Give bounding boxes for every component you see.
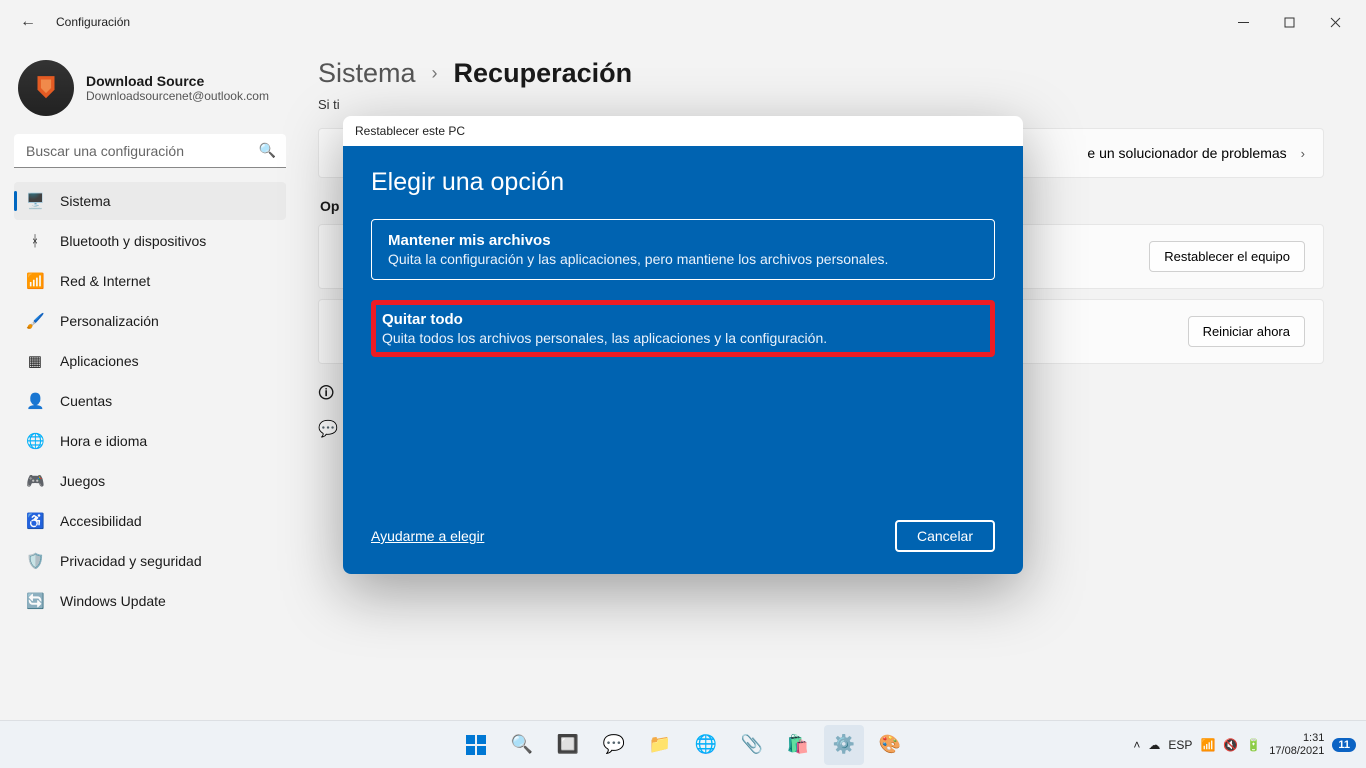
- battery-icon[interactable]: 🔋: [1246, 738, 1261, 752]
- page-subline: Si ti: [318, 97, 1324, 112]
- sidebar-item-icon: 🔄: [26, 592, 44, 610]
- file-explorer-icon[interactable]: 📁: [640, 725, 680, 765]
- task-view-icon[interactable]: 🔲: [548, 725, 588, 765]
- dialog-header: Restablecer este PC: [343, 116, 1023, 146]
- sidebar-item-3[interactable]: 🖌️ Personalización: [14, 302, 286, 340]
- paint-icon[interactable]: 🎨: [870, 725, 910, 765]
- sidebar-item-icon: 🎮: [26, 472, 44, 490]
- sidebar-item-2[interactable]: 📶 Red & Internet: [14, 262, 286, 300]
- titlebar: ← Configuración: [0, 0, 1366, 44]
- sidebar-item-label: Bluetooth y dispositivos: [60, 233, 206, 249]
- option-keep-files-desc: Quita la configuración y las aplicacione…: [388, 251, 978, 267]
- sidebar-item-label: Hora e idioma: [60, 433, 147, 449]
- sidebar-item-4[interactable]: ▦ Aplicaciones: [14, 342, 286, 380]
- sidebar-item-label: Accesibilidad: [60, 513, 142, 529]
- sidebar-item-label: Cuentas: [60, 393, 112, 409]
- start-button[interactable]: [456, 725, 496, 765]
- option-remove-all-desc: Quita todos los archivos personales, las…: [382, 330, 984, 346]
- tray-overflow-icon[interactable]: ˄: [1133, 738, 1140, 752]
- option-keep-files[interactable]: Mantener mis archivos Quita la configura…: [371, 219, 995, 280]
- option-keep-files-title: Mantener mis archivos: [388, 232, 978, 249]
- sidebar-item-6[interactable]: 🌐 Hora e idioma: [14, 422, 286, 460]
- minimize-button[interactable]: [1220, 0, 1266, 44]
- taskbar-search-icon[interactable]: 🔍: [502, 725, 542, 765]
- clock[interactable]: 1:31 17/08/2021: [1269, 732, 1324, 756]
- clock-date: 17/08/2021: [1269, 745, 1324, 757]
- sidebar-item-label: Sistema: [60, 193, 111, 209]
- option-remove-all-title: Quitar todo: [382, 311, 984, 328]
- breadcrumb-parent[interactable]: Sistema: [318, 58, 416, 89]
- option-remove-all-highlight: Quitar todo Quita todos los archivos per…: [371, 300, 995, 357]
- profile-email: Downloadsourcenet@outlook.com: [86, 89, 269, 103]
- sidebar-item-icon: 👤: [26, 392, 44, 410]
- sidebar-item-icon: ♿: [26, 512, 44, 530]
- close-button[interactable]: [1312, 0, 1358, 44]
- sidebar-item-label: Windows Update: [60, 593, 166, 609]
- sidebar-item-icon: ▦: [26, 352, 44, 370]
- sidebar-item-label: Privacidad y seguridad: [60, 553, 202, 569]
- chevron-right-icon: ›: [432, 63, 438, 84]
- sidebar-item-10[interactable]: 🔄 Windows Update: [14, 582, 286, 620]
- search-icon: 🔍: [259, 142, 276, 159]
- clock-time: 1:31: [1269, 732, 1324, 744]
- window-title: Configuración: [56, 15, 130, 29]
- sidebar-item-label: Personalización: [60, 313, 159, 329]
- wifi-icon[interactable]: 📶: [1200, 738, 1215, 752]
- search-box: 🔍: [14, 134, 286, 168]
- avatar: [18, 60, 74, 116]
- sidebar-item-label: Aplicaciones: [60, 353, 139, 369]
- nav-list: 🖥️ Sistema ᚼ Bluetooth y dispositivos 📶 Red &…: [14, 182, 286, 620]
- sidebar-item-icon: 🛡️: [26, 552, 44, 570]
- back-button[interactable]: ←: [8, 13, 48, 31]
- profile-name: Download Source: [86, 73, 269, 89]
- sidebar-item-1[interactable]: ᚼ Bluetooth y dispositivos: [14, 222, 286, 260]
- sidebar-item-label: Red & Internet: [60, 273, 150, 289]
- reset-pc-dialog: Restablecer este PC Elegir una opción Ma…: [343, 116, 1023, 574]
- help-icon: 🛈: [318, 382, 336, 409]
- sidebar-item-8[interactable]: ♿ Accesibilidad: [14, 502, 286, 540]
- breadcrumb: Sistema › Recuperación: [318, 58, 1324, 89]
- sidebar-item-icon: 🖌️: [26, 312, 44, 330]
- settings-icon[interactable]: ⚙️: [824, 725, 864, 765]
- sidebar-item-icon: 🌐: [26, 432, 44, 450]
- sidebar-item-7[interactable]: 🎮 Juegos: [14, 462, 286, 500]
- maximize-button[interactable]: [1266, 0, 1312, 44]
- restart-now-button[interactable]: Reiniciar ahora: [1188, 316, 1305, 347]
- sidebar-item-5[interactable]: 👤 Cuentas: [14, 382, 286, 420]
- volume-icon[interactable]: 🔇: [1223, 738, 1238, 752]
- store-icon[interactable]: 🛍️: [778, 725, 818, 765]
- edge-icon[interactable]: 🌐: [686, 725, 726, 765]
- help-me-choose-link[interactable]: Ayudarme a elegir: [371, 528, 484, 544]
- option-remove-all[interactable]: Quitar todo Quita todos los archivos per…: [382, 311, 984, 346]
- onedrive-icon[interactable]: ☁: [1148, 738, 1160, 752]
- troubleshoot-text: e un solucionador de problemas: [1087, 145, 1286, 161]
- sidebar-item-icon: 🖥️: [26, 192, 44, 210]
- taskbar-center: 🔍 🔲 💬 📁 🌐 📎 🛍️ ⚙️ 🎨: [456, 725, 910, 765]
- cancel-button[interactable]: Cancelar: [895, 520, 995, 552]
- system-tray: ˄ ☁ ESP 📶 🔇 🔋 1:31 17/08/2021 11: [1133, 732, 1366, 756]
- chevron-right-icon: ›: [1301, 146, 1305, 161]
- sidebar-item-icon: 📶: [26, 272, 44, 290]
- sidebar-item-label: Juegos: [60, 473, 105, 489]
- language-indicator[interactable]: ESP: [1168, 738, 1192, 752]
- notifications-badge[interactable]: 11: [1332, 738, 1356, 752]
- sidebar-item-9[interactable]: 🛡️ Privacidad y seguridad: [14, 542, 286, 580]
- reset-pc-button[interactable]: Restablecer el equipo: [1149, 241, 1305, 272]
- taskbar: 🔍 🔲 💬 📁 🌐 📎 🛍️ ⚙️ 🎨 ˄ ☁ ESP 📶 🔇 🔋 1:31 1…: [0, 720, 1366, 768]
- sidebar-item-icon: ᚼ: [26, 233, 44, 250]
- window-controls: [1220, 0, 1358, 44]
- sidebar-item-0[interactable]: 🖥️ Sistema: [14, 182, 286, 220]
- feedback-icon: 💬: [318, 419, 336, 439]
- office-icon[interactable]: 📎: [732, 725, 772, 765]
- breadcrumb-page: Recuperación: [454, 58, 633, 89]
- dialog-title: Elegir una opción: [371, 168, 995, 197]
- profile-block[interactable]: Download Source Downloadsourcenet@outloo…: [14, 54, 286, 134]
- search-input[interactable]: [14, 134, 286, 168]
- chat-icon[interactable]: 💬: [594, 725, 634, 765]
- sidebar: Download Source Downloadsourcenet@outloo…: [0, 44, 300, 720]
